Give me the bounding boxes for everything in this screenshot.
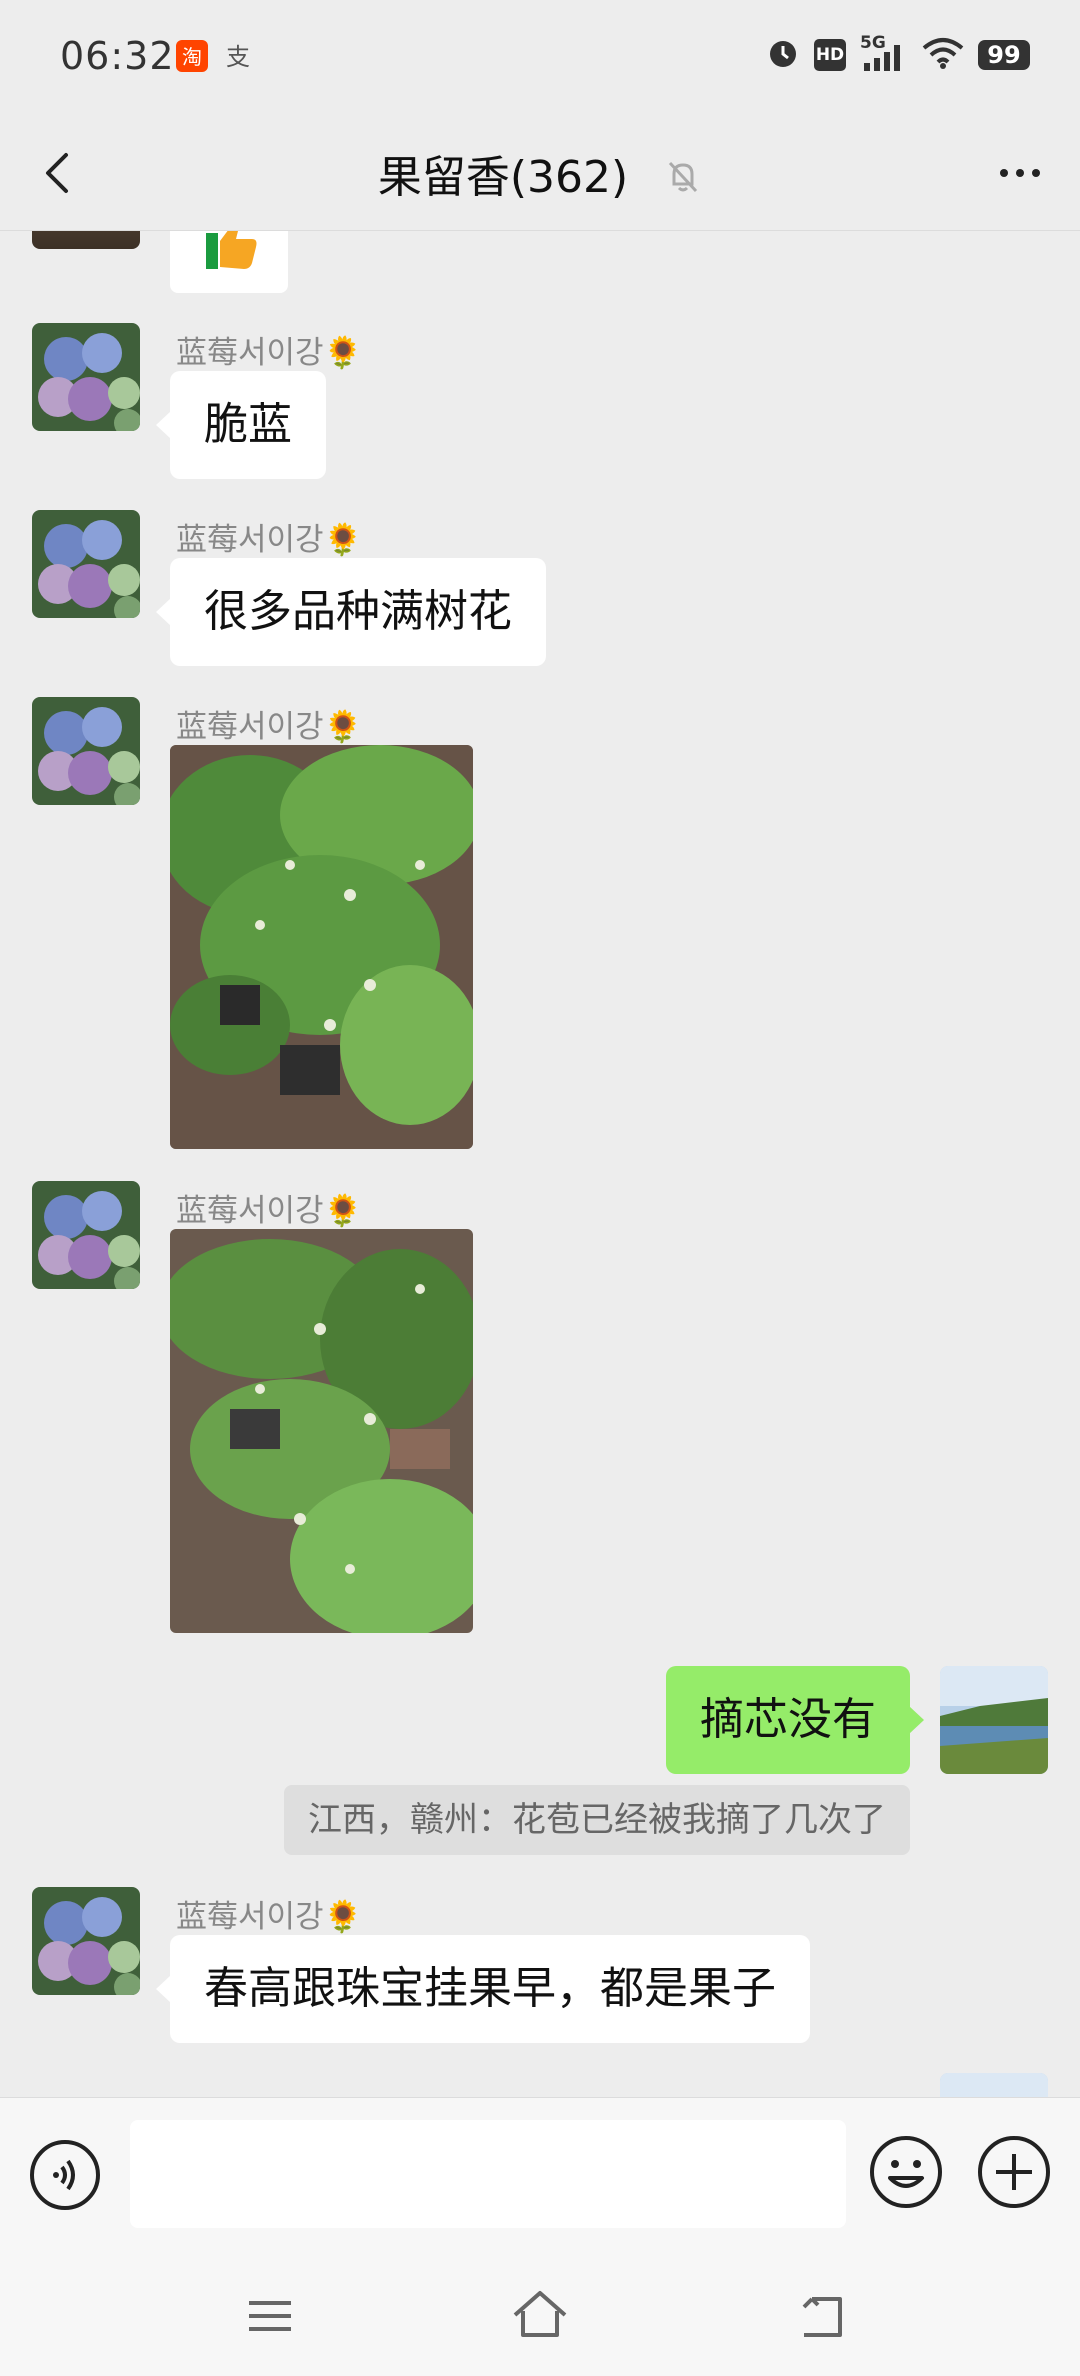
status-bar: 06:32 淘 支 HD 5G 99 <box>0 0 1080 115</box>
blueberry-avatar-icon <box>32 1887 140 1995</box>
message-bubble-self[interactable]: 摘芯没有 <box>666 1666 924 1774</box>
message-input[interactable] <box>130 2120 846 2228</box>
blueberry-avatar-icon <box>32 1181 140 1289</box>
input-bar <box>0 2097 1080 2258</box>
bell-off-icon <box>664 155 702 206</box>
image-message[interactable] <box>170 745 473 1149</box>
plant-photo-icon <box>170 745 473 1149</box>
hd-icon: HD <box>814 39 846 71</box>
chat-header: 果留香(362) <box>0 115 1080 231</box>
plus-button[interactable] <box>976 2134 1052 2210</box>
sender-name: 蓝莓서이강🌻 <box>176 1193 363 1229</box>
plus-icon <box>978 2136 1050 2208</box>
sticker-message[interactable] <box>170 231 288 293</box>
message-bubble[interactable]: 脆蓝 <box>156 371 326 479</box>
alipay-icon: 支 <box>222 40 254 72</box>
svg-text:淘: 淘 <box>182 45 202 69</box>
group-title: 果留香(362) <box>377 152 629 203</box>
voice-button[interactable] <box>28 2138 102 2212</box>
menu-icon <box>249 2301 291 2331</box>
wifi-icon <box>922 36 964 74</box>
back-nav-button[interactable] <box>788 2281 858 2351</box>
self-avatar[interactable] <box>940 1666 1048 1774</box>
ellipsis-icon <box>1000 169 1040 177</box>
emoji-button[interactable] <box>868 2134 944 2210</box>
home-icon <box>513 2291 567 2337</box>
sender-avatar[interactable] <box>32 1181 140 1289</box>
message-bubble[interactable]: 很多品种满树花 <box>156 558 546 666</box>
sender-avatar[interactable] <box>32 1887 140 1995</box>
avatar-partial[interactable] <box>32 231 140 249</box>
image-message[interactable] <box>170 1229 473 1633</box>
blueberry-avatar-icon <box>32 323 140 431</box>
page-title: 果留香(362) <box>0 141 1080 206</box>
plant-photo-icon <box>170 1229 473 1633</box>
back-icon <box>802 2297 842 2337</box>
sender-avatar[interactable] <box>32 323 140 431</box>
sender-name: 蓝莓서이강🌻 <box>176 335 363 371</box>
alarm-icon <box>766 36 800 74</box>
landscape-avatar-icon <box>940 1666 1048 1774</box>
voice-icon <box>30 2140 100 2210</box>
sender-name: 蓝莓서이강🌻 <box>176 709 363 745</box>
battery-indicator: 99 <box>978 40 1030 70</box>
menu-button[interactable] <box>235 2281 305 2351</box>
message-bubble[interactable]: 春高跟珠宝挂果早，都是果子 <box>156 1935 810 2043</box>
quoted-message[interactable]: 江西，赣州：花苞已经被我摘了几次了 <box>284 1785 910 1855</box>
5g-signal-icon: 5G <box>860 33 908 73</box>
emoji-icon <box>870 2136 942 2208</box>
thumbs-up-icon <box>206 231 257 269</box>
home-button[interactable] <box>505 2281 575 2351</box>
message-list[interactable]: 蓝莓서이강🌻 脆蓝 蓝莓서이강🌻 很多品种满树花 蓝莓서이강🌻 蓝莓서이강🌻 摘… <box>0 231 1080 2097</box>
blueberry-avatar-icon <box>32 697 140 805</box>
self-avatar-partial[interactable] <box>940 2073 1048 2097</box>
blueberry-avatar-icon <box>32 510 140 618</box>
system-nav-bar <box>0 2257 1080 2376</box>
sender-name: 蓝莓서이강🌻 <box>176 1899 363 1935</box>
more-button[interactable] <box>990 143 1050 203</box>
sender-avatar[interactable] <box>32 697 140 805</box>
landscape-avatar-icon <box>940 2073 1048 2097</box>
svg-text:支: 支 <box>226 43 250 71</box>
sender-name: 蓝莓서이강🌻 <box>176 522 363 558</box>
taobao-icon: 淘 <box>176 40 208 72</box>
status-time: 06:32 <box>60 34 175 78</box>
sender-avatar[interactable] <box>32 510 140 618</box>
